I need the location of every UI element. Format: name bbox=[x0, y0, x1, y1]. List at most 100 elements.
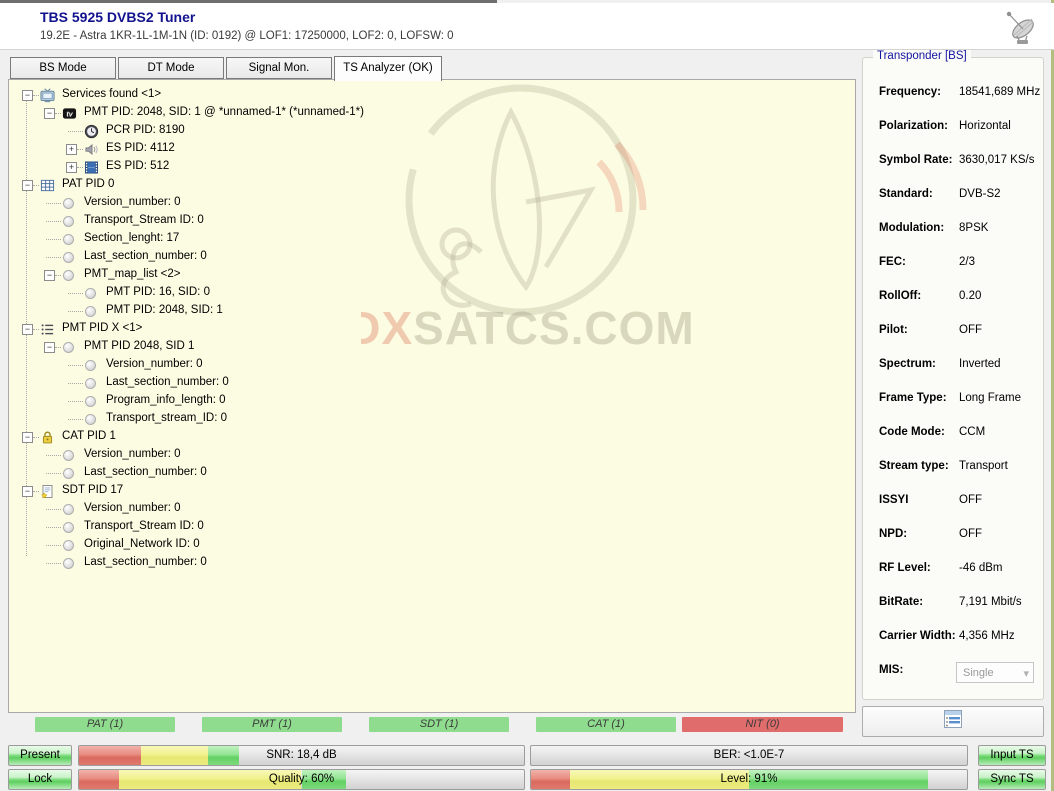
tree-row[interactable]: −SDT PID 17 bbox=[9, 482, 855, 500]
tree-node-label: Version_number: 0 bbox=[106, 358, 203, 370]
tree-row[interactable]: Program_info_length: 0 bbox=[9, 392, 855, 410]
ts-details-button[interactable] bbox=[862, 706, 1044, 737]
collapse-icon[interactable]: − bbox=[22, 90, 33, 101]
tree-row[interactable]: −Services found <1> bbox=[9, 86, 855, 104]
tree-row[interactable]: +ES PID: 4112 bbox=[9, 140, 855, 158]
tab-ts-analyzer[interactable]: TS Analyzer (OK) bbox=[334, 56, 442, 81]
tree-row[interactable]: Original_Network ID: 0 bbox=[9, 536, 855, 554]
tree-row[interactable]: Version_number: 0 bbox=[9, 356, 855, 374]
badge-pat: PAT (1) bbox=[35, 717, 175, 732]
list-icon bbox=[40, 322, 55, 337]
field-label: Polarization: bbox=[879, 120, 948, 132]
transponder-field-row: NPD:OFF bbox=[863, 526, 1043, 560]
tuner-window: TBS 5925 DVBS2 Tuner 19.2E - Astra 1KR-1… bbox=[0, 0, 1054, 791]
ball-icon bbox=[63, 270, 74, 281]
tree-connector bbox=[46, 203, 61, 204]
tree-node-label: PCR PID: 8190 bbox=[106, 124, 185, 136]
tree-node-label: Last_section_number: 0 bbox=[84, 556, 207, 568]
tree-row[interactable]: PMT PID: 16, SID: 0 bbox=[9, 284, 855, 302]
tree-row[interactable]: Last_section_number: 0 bbox=[9, 374, 855, 392]
page-title: TBS 5925 DVBS2 Tuner bbox=[40, 9, 195, 25]
tree-row[interactable]: −PMT PID X <1> bbox=[9, 320, 855, 338]
tree-row[interactable]: −CAT PID 1 bbox=[9, 428, 855, 446]
sync-ts-indicator: Sync TS bbox=[978, 769, 1046, 790]
tab-bs-mode[interactable]: BS Mode bbox=[10, 57, 116, 79]
tree-row[interactable]: Section_lenght: 17 bbox=[9, 230, 855, 248]
collapse-icon[interactable]: − bbox=[44, 270, 55, 281]
field-value: 3630,017 KS/s bbox=[959, 154, 1034, 166]
tree-connector bbox=[33, 185, 39, 186]
collapse-icon[interactable]: − bbox=[22, 486, 33, 497]
collapse-icon[interactable]: − bbox=[44, 108, 55, 119]
field-label: Symbol Rate: bbox=[879, 154, 953, 166]
quality-value: Quality: 60% bbox=[79, 770, 524, 789]
tree-node-label: PMT PID: 2048, SID: 1 bbox=[106, 304, 223, 316]
ball-icon bbox=[85, 306, 96, 317]
tree-row[interactable]: − PMT_map_list <2> bbox=[9, 266, 855, 284]
field-label: Spectrum: bbox=[879, 358, 936, 370]
field-value: 7,191 Mbit/s bbox=[959, 596, 1022, 608]
tree-connector bbox=[68, 365, 83, 366]
badge-cat: CAT (1) bbox=[536, 717, 676, 732]
tree-node-label: Transport_Stream ID: 0 bbox=[84, 520, 204, 532]
tab-dt-mode[interactable]: DT Mode bbox=[118, 57, 224, 79]
tree-row[interactable]: Version_number: 0 bbox=[9, 194, 855, 212]
field-label: ISSYI bbox=[879, 494, 908, 506]
tree-row[interactable]: Version_number: 0 bbox=[9, 446, 855, 464]
tree-row[interactable]: Transport_Stream ID: 0 bbox=[9, 518, 855, 536]
tree-row[interactable]: PMT PID: 2048, SID: 1 bbox=[9, 302, 855, 320]
field-value: 4,356 MHz bbox=[959, 630, 1015, 642]
tree-node-label: PMT PID: 2048, SID: 1 @ *unnamed-1* (*un… bbox=[84, 106, 364, 118]
tree-row[interactable]: −PAT PID 0 bbox=[9, 176, 855, 194]
tree-connector bbox=[55, 113, 61, 114]
tree-row[interactable]: Last_section_number: 0 bbox=[9, 464, 855, 482]
field-label: Frequency: bbox=[879, 86, 941, 98]
tree-row[interactable]: +ES PID: 512 bbox=[9, 158, 855, 176]
transponder-field-row: RollOff:0.20 bbox=[863, 288, 1043, 322]
ball-icon bbox=[63, 450, 74, 461]
badge-pmt: PMT (1) bbox=[202, 717, 342, 732]
ball-icon bbox=[63, 504, 74, 515]
expand-icon[interactable]: + bbox=[66, 162, 77, 173]
present-indicator: Present bbox=[8, 745, 72, 766]
collapse-icon[interactable]: − bbox=[22, 324, 33, 335]
tree-connector bbox=[68, 293, 83, 294]
collapse-icon[interactable]: − bbox=[22, 180, 33, 191]
transponder-field-row: Polarization: Horizontal bbox=[863, 118, 1043, 152]
ball-icon bbox=[85, 378, 96, 389]
tree-row[interactable]: PCR PID: 8190 bbox=[9, 122, 855, 140]
field-value: 18541,689 MHz bbox=[959, 86, 1040, 98]
tree-connector bbox=[33, 95, 39, 96]
expand-icon[interactable]: + bbox=[66, 144, 77, 155]
tree-row[interactable]: −tvPMT PID: 2048, SID: 1 @ *unnamed-1* (… bbox=[9, 104, 855, 122]
tree-row[interactable]: Transport_Stream ID: 0 bbox=[9, 212, 855, 230]
chevron-down-icon: ▾ bbox=[1023, 664, 1029, 684]
tree-connector bbox=[46, 257, 61, 258]
tree-row[interactable]: Last_section_number: 0 bbox=[9, 248, 855, 266]
tree-row[interactable]: Transport_stream_ID: 0 bbox=[9, 410, 855, 428]
tree-row[interactable]: Version_number: 0 bbox=[9, 500, 855, 518]
mis-selected-value: Single bbox=[963, 667, 994, 679]
transponder-field-row: Pilot:OFF bbox=[863, 322, 1043, 356]
tree-connector bbox=[55, 275, 61, 276]
collapse-icon[interactable]: − bbox=[44, 342, 55, 353]
transponder-fields: Frequency: 18541,689 MHz Polarization: Hori… bbox=[863, 84, 1043, 662]
tree-connector bbox=[33, 437, 39, 438]
tree-connector bbox=[46, 527, 61, 528]
transponder-panel-title: Transponder [BS] bbox=[873, 50, 971, 62]
ball-icon bbox=[63, 468, 74, 479]
field-value: 2/3 bbox=[959, 256, 975, 268]
tree-row[interactable]: −PMT PID 2048, SID 1 bbox=[9, 338, 855, 356]
tab-signal-mon[interactable]: Signal Mon. bbox=[226, 57, 332, 79]
ball-icon bbox=[63, 558, 74, 569]
field-value: OFF bbox=[959, 324, 982, 336]
tree-node-label: PMT_map_list <2> bbox=[84, 268, 181, 280]
collapse-icon[interactable]: − bbox=[22, 432, 33, 443]
lock-icon bbox=[40, 430, 55, 445]
ball-icon bbox=[85, 288, 96, 299]
tree-row[interactable]: Last_section_number: 0 bbox=[9, 554, 855, 572]
mis-label: MIS: bbox=[879, 664, 903, 676]
field-value: Horizontal bbox=[959, 120, 1011, 132]
header: TBS 5925 DVBS2 Tuner 19.2E - Astra 1KR-1… bbox=[0, 3, 1054, 50]
mis-dropdown[interactable]: Single ▾ bbox=[956, 662, 1034, 683]
